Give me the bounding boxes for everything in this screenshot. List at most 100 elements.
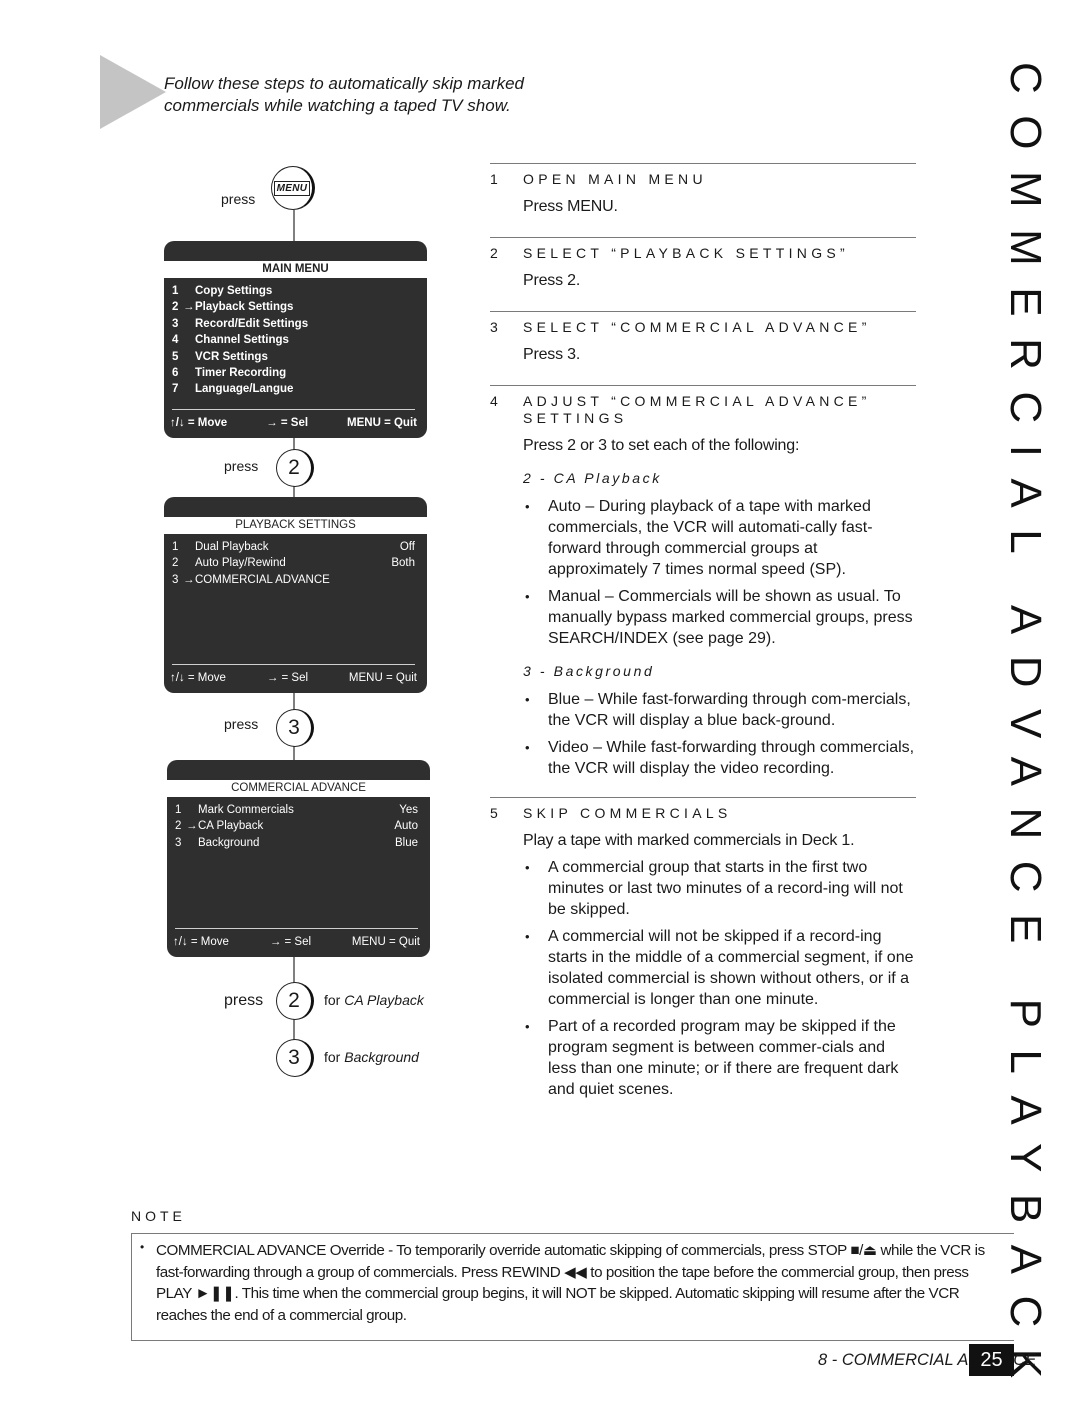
osd-item-value: Yes [399,804,418,816]
osd-item-value: Off [399,541,415,553]
step-4-body: Press 2 or 3 to set each of the followin… [523,437,800,454]
side-title: COMMERCIAL ADVANCE PLAYBACK [1001,62,1050,1400]
osd-divider [175,928,418,929]
step-divider [490,385,916,386]
osd-item-label: Playback Settings [195,301,294,314]
step-1-heading: 1 OPEN MAIN MENU [490,171,707,187]
key-3-description: for Background [324,1049,419,1065]
step-3-heading: 3 SELECT “COMMERCIAL ADVANCE” [490,319,871,335]
key-3-button: 3 [276,1039,314,1077]
step-2-body: Press 2. [523,272,581,289]
osd-select-hint: → = Sel [266,417,309,429]
osd-item-label: Record/Edit Settings [195,317,309,330]
osd-move-hint: ↑/↓ = Move [170,672,226,684]
osd-menu-item: 2 Auto Play/Rewind Both [172,555,415,571]
osd-quit-hint: MENU = Quit [348,672,417,684]
osd-quit-hint: MENU = Quit [347,417,417,429]
background-options: Blue – While fast-forwarding through com… [523,689,916,779]
note-box: • COMMERCIAL ADVANCE Override - To tempo… [131,1233,1014,1341]
step-divider [490,237,916,238]
background-label: Background [344,1049,419,1065]
osd-menu-item: 2 → Playback Settings [172,299,415,315]
skip-rules: A commercial group that starts in the fi… [523,857,916,1100]
osd-item-label: CA Playback [198,820,264,833]
osd-menu-item: 2 → CA Playback Auto [175,818,418,834]
osd-move-hint: ↑/↓ = Move [170,417,228,429]
osd-select-hint: → = Sel [266,672,309,684]
key-3-label: 3 [288,716,300,739]
main-menu-screen: MAIN MENU 1 Copy Settings 2 → Playback Setti… [164,241,427,438]
commercial-advance-screen: COMMERCIAL ADVANCE 1 Mark Commercials Yes 2… [167,760,430,957]
osd-item-label: Channel Settings [195,334,289,347]
selected-arrow-icon: → [183,301,195,314]
intro-text: Follow these steps to automatically skip… [164,74,524,115]
osd-item-label: Copy Settings [195,285,273,297]
flow-connector [293,210,295,242]
osd-title: MAIN MENU [164,261,427,278]
step-5-heading: 5 SKIP COMMERCIALS [490,805,732,821]
key-2-description: for CA Playback [324,992,424,1008]
osd-menu-item: 3 → COMMERCIAL ADVANCE [172,572,415,588]
osd-title: PLAYBACK SETTINGS [164,517,427,534]
step-4-heading: 4 ADJUST “COMMERCIAL ADVANCE” SETTINGS [490,393,871,426]
key-2-button: 2 [276,982,314,1020]
osd-item-label: Background [198,836,260,849]
ca-playback-subhead: 2 - CA Playback [523,470,662,486]
osd-menu-item: 7 Language/Langue [172,381,415,397]
osd-move-hint: ↑/↓ = Move [173,936,229,948]
key-3-button: 3 [276,709,314,747]
step-divider [490,797,916,798]
press-label: press [224,716,259,732]
osd-divider [172,409,415,410]
osd-item-spacer [183,316,195,332]
osd-item-value: Both [391,557,415,570]
osd-menu-item: 6 Timer Recording [172,365,415,381]
osd-item-spacer [183,365,195,381]
menu-key-label: MENU [273,180,311,196]
osd-item-label: Mark Commercials [198,804,294,816]
playback-settings-screen: PLAYBACK SETTINGS 1 Dual Playback Off 2 Auto… [164,497,427,693]
step-1-body: Press MENU. [523,198,618,215]
key-2-label: 2 [288,989,300,1012]
step-5-body: Play a tape with marked commercials in D… [523,832,855,849]
intro-arrow-icon [100,55,166,129]
osd-menu-item: 1 Mark Commercials Yes [175,802,418,818]
key-2-button: 2 [276,449,314,487]
osd-item-spacer [183,349,195,365]
step-3-body: Press 3. [523,346,581,363]
option-blue: Blue – While fast-forwarding through com… [523,689,916,731]
osd-footer: ↑/↓ = Move → = Sel MENU = Quit [170,415,417,431]
press-label: press [221,191,256,207]
osd-quit-hint: MENU = Quit [351,936,420,948]
osd-item-label: COMMERCIAL ADVANCE [195,573,330,586]
steps-list: 1 OPEN MAIN MENU Press MENU. 2 SELECT “P… [490,163,916,1100]
skip-rule: A commercial will not be skipped if a re… [523,926,916,1010]
osd-menu-item: 3 Record/Edit Settings [172,316,415,332]
osd-menu-item: 1 Dual Playback Off [172,539,415,555]
osd-item-value: Auto [394,820,418,833]
skip-rule: Part of a recorded program may be skippe… [523,1016,916,1100]
key-2-label: 2 [288,456,300,479]
note-text: COMMERCIAL ADVANCE Override - To tempora… [156,1242,985,1324]
selected-arrow-icon: → [183,573,195,586]
page-number: 25 [969,1344,1014,1376]
skip-rule: A commercial group that starts in the fi… [523,857,916,920]
option-video: Video – While fast-forwarding through co… [523,737,916,779]
osd-item-spacer [183,332,195,348]
step-divider [490,163,916,164]
osd-footer: ↑/↓ = Move → = Sel MENU = Quit [170,670,417,686]
osd-menu-item: 1 Copy Settings [172,283,415,299]
osd-item-spacer [186,802,198,818]
step-divider [490,311,916,312]
selected-arrow-icon: → [186,820,198,833]
osd-item-label: Timer Recording [195,367,287,379]
osd-divider [172,664,415,665]
osd-menu-item: 5 VCR Settings [172,349,415,365]
osd-item-spacer [183,555,195,571]
osd-item-spacer [186,835,198,851]
press-label: press [224,992,264,1009]
osd-item-spacer [183,539,195,555]
note-bullet: • [140,1240,145,1254]
osd-item-label: Auto Play/Rewind [195,557,286,570]
osd-footer: ↑/↓ = Move → = Sel MENU = Quit [173,934,420,950]
